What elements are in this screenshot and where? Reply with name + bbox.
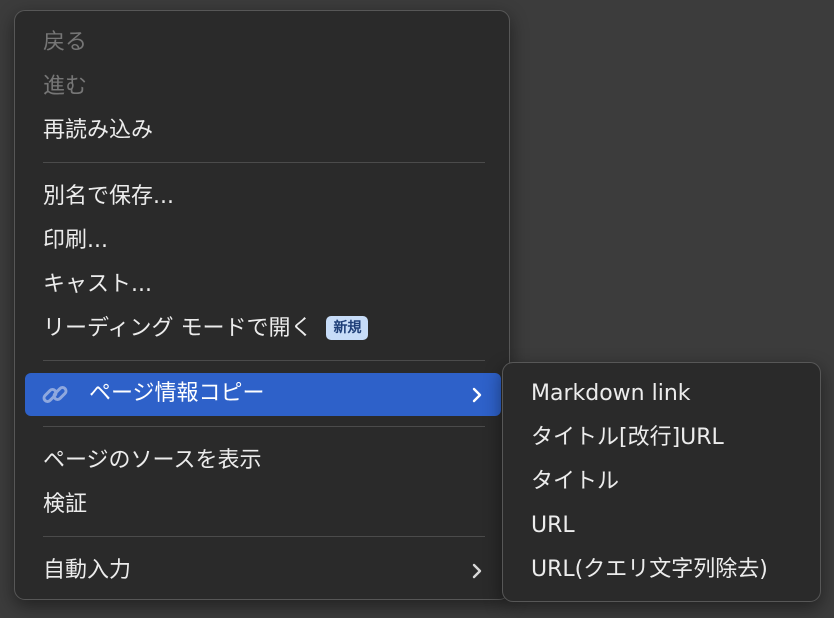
menu-item-print[interactable]: 印刷... bbox=[43, 227, 108, 255]
menu-item-back[interactable]: 戻る bbox=[43, 29, 87, 57]
submenu-item-markdown-link[interactable]: Markdown link bbox=[531, 380, 691, 408]
submenu-item-title[interactable]: タイトル bbox=[531, 468, 619, 496]
menu-item-autofill[interactable]: 自動入力 bbox=[43, 557, 485, 585]
menu-separator bbox=[43, 360, 485, 361]
menu-item-reading-mode[interactable]: リーディング モードで開く 新規 bbox=[43, 315, 369, 343]
link-icon bbox=[42, 386, 68, 403]
submenu-item-title-newline-url[interactable]: タイトル[改行]URL bbox=[531, 424, 724, 452]
chevron-right-icon bbox=[472, 387, 482, 403]
autofill-label: 自動入力 bbox=[43, 558, 132, 583]
chevron-right-icon bbox=[472, 563, 482, 579]
copy-page-info-label: ページ情報コピー bbox=[89, 381, 265, 406]
menu-separator bbox=[43, 426, 485, 427]
menu-item-inspect[interactable]: 検証 bbox=[43, 491, 87, 519]
new-badge: 新規 bbox=[326, 316, 369, 340]
menu-separator bbox=[43, 536, 485, 537]
context-menu: 戻る 進む 再読み込み 別名で保存... 印刷... キャスト... リーディン… bbox=[14, 10, 510, 600]
menu-item-forward[interactable]: 進む bbox=[43, 73, 87, 101]
submenu-item-url[interactable]: URL bbox=[531, 512, 575, 540]
menu-item-reload[interactable]: 再読み込み bbox=[43, 117, 153, 145]
menu-item-copy-page-info[interactable]: ページ情報コピー bbox=[25, 373, 501, 416]
menu-separator bbox=[43, 162, 485, 163]
submenu-item-url-no-query[interactable]: URL(クエリ文字列除去) bbox=[531, 556, 768, 584]
reading-mode-label: リーディング モードで開く bbox=[43, 316, 313, 341]
menu-item-cast[interactable]: キャスト... bbox=[43, 271, 152, 299]
menu-item-save-as[interactable]: 別名で保存... bbox=[43, 183, 174, 211]
menu-item-view-source[interactable]: ページのソースを表示 bbox=[43, 447, 261, 475]
copy-page-info-submenu: Markdown link タイトル[改行]URL タイトル URL URL(ク… bbox=[502, 362, 821, 602]
